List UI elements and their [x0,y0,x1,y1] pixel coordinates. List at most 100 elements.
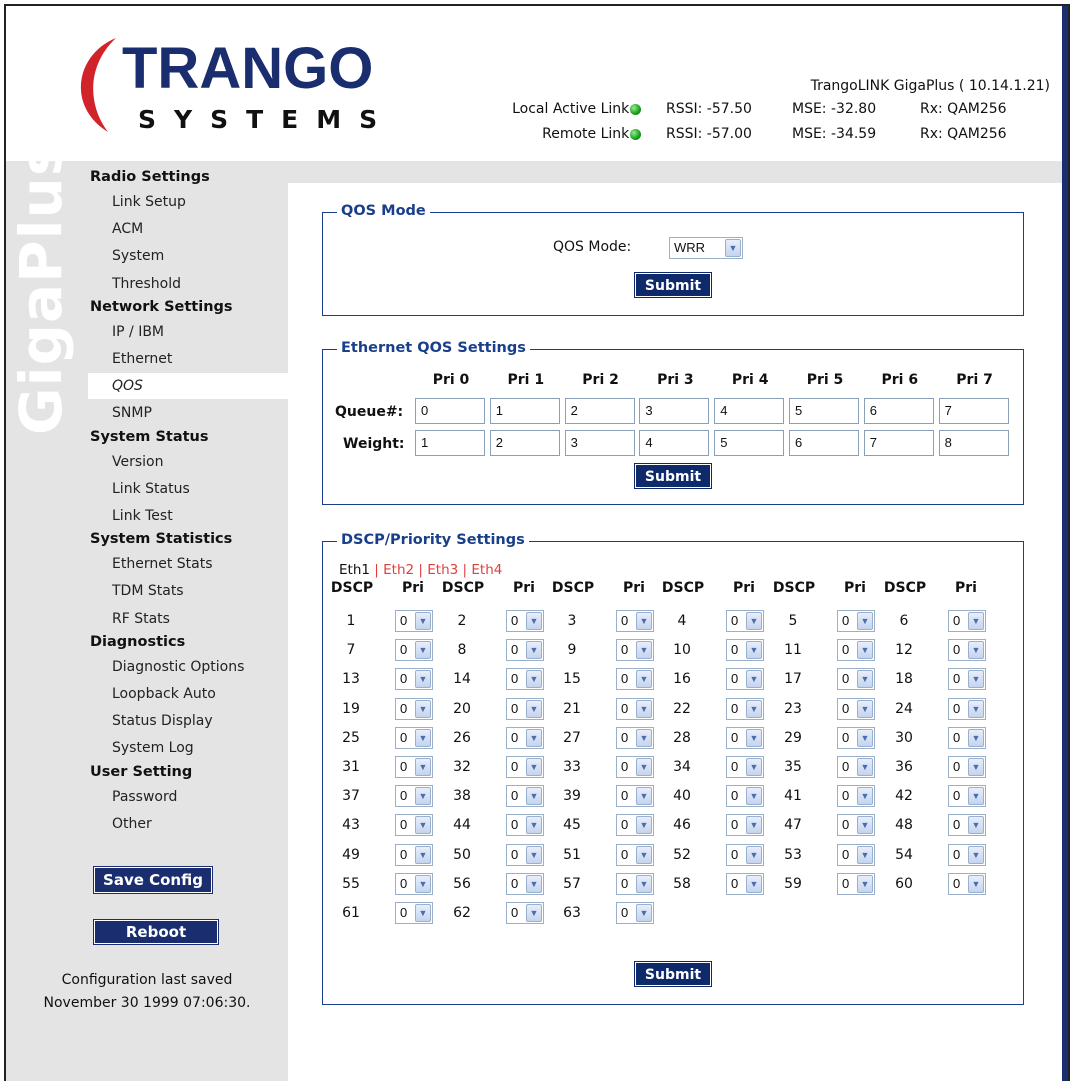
dscp-priority-select[interactable]: 0 ▼ [616,785,654,808]
sidebar-item-qos[interactable]: QOS [88,373,288,400]
dscp-priority-select[interactable]: 0 ▼ [395,726,433,749]
dscp-priority-select[interactable]: 0 ▼ [837,814,875,837]
sidebar-item-acm[interactable]: ACM [112,221,143,237]
queue-input[interactable]: 2 [564,398,635,424]
weight-input[interactable]: 1 [415,430,485,456]
dscp-priority-select[interactable]: 0 ▼ [726,872,764,895]
dscp-priority-select[interactable]: 0 ▼ [616,697,654,720]
dscp-priority-select[interactable]: 0 ▼ [948,814,986,837]
weight-input[interactable]: 5 [714,430,785,456]
dscp-priority-select[interactable]: 0 ▼ [837,756,875,778]
sidebar-item-threshold[interactable]: Threshold [112,276,181,292]
tab-eth3[interactable]: Eth3 [427,562,458,578]
dscp-priority-select[interactable]: 0 ▼ [616,726,654,749]
dscp-priority-select[interactable]: 0 ▼ [837,843,875,866]
dscp-priority-select[interactable]: 0 ▼ [948,872,986,895]
dscp-submit-button[interactable]: Submit [634,961,712,987]
dscp-priority-select[interactable]: 0 ▼ [616,814,654,837]
dscp-priority-select[interactable]: 0 ▼ [506,610,544,632]
dscp-priority-select[interactable]: 0 ▼ [726,814,764,837]
dscp-priority-select[interactable]: 0 ▼ [726,785,764,808]
queue-input[interactable]: 1 [489,398,560,424]
dscp-priority-select[interactable]: 0 ▼ [837,639,875,662]
dscp-priority-select[interactable]: 0 ▼ [506,639,544,662]
dscp-priority-select[interactable]: 0 ▼ [395,902,433,924]
dscp-priority-select[interactable]: 0 ▼ [395,872,433,895]
weight-input[interactable]: 7 [863,430,934,456]
sidebar-item-link-test[interactable]: Link Test [112,508,173,524]
dscp-priority-select[interactable]: 0 ▼ [837,726,875,749]
dscp-priority-select[interactable]: 0 ▼ [616,843,654,866]
dscp-priority-select[interactable]: 0 ▼ [395,668,433,691]
dscp-priority-select[interactable]: 0 ▼ [948,756,986,778]
dscp-priority-select[interactable]: 0 ▼ [506,872,544,895]
sidebar-item-version[interactable]: Version [112,454,163,470]
sidebar-item-link-setup[interactable]: Link Setup [112,194,186,210]
sidebar-item-ethernet[interactable]: Ethernet [112,351,172,367]
tab-eth4[interactable]: Eth4 [471,562,502,578]
sidebar-item-status-display[interactable]: Status Display [112,713,213,729]
dscp-priority-select[interactable]: 0 ▼ [726,843,764,866]
dscp-priority-select[interactable]: 0 ▼ [837,872,875,895]
sidebar-item-loopback-auto[interactable]: Loopback Auto [112,686,216,702]
tab-eth2[interactable]: Eth2 [383,562,414,578]
dscp-priority-select[interactable]: 0 ▼ [837,785,875,808]
dscp-priority-select[interactable]: 0 ▼ [616,872,654,895]
weight-input[interactable]: 3 [564,430,635,456]
dscp-priority-select[interactable]: 0 ▼ [395,785,433,808]
dscp-priority-select[interactable]: 0 ▼ [395,697,433,720]
dscp-priority-select[interactable]: 0 ▼ [726,756,764,778]
sidebar-item-other[interactable]: Other [112,816,152,832]
dscp-priority-select[interactable]: 0 ▼ [395,639,433,662]
sidebar-item-system-log[interactable]: System Log [112,740,194,756]
sidebar-item-password[interactable]: Password [112,789,177,805]
dscp-priority-select[interactable]: 0 ▼ [948,843,986,866]
dscp-priority-select[interactable]: 0 ▼ [506,902,544,924]
dscp-priority-select[interactable]: 0 ▼ [948,785,986,808]
dscp-priority-select[interactable]: 0 ▼ [726,610,764,632]
weight-input[interactable]: 2 [489,430,560,456]
dscp-priority-select[interactable]: 0 ▼ [506,726,544,749]
sidebar-item-link-status[interactable]: Link Status [112,481,190,497]
weight-input[interactable]: 8 [938,430,1009,456]
queue-input[interactable]: 7 [938,398,1009,424]
dscp-priority-select[interactable]: 0 ▼ [948,610,986,632]
dscp-priority-select[interactable]: 0 ▼ [616,756,654,778]
dscp-priority-select[interactable]: 0 ▼ [726,697,764,720]
queue-input[interactable]: 0 [415,398,485,424]
sidebar-item-snmp[interactable]: SNMP [112,405,152,421]
dscp-priority-select[interactable]: 0 ▼ [616,902,654,924]
dscp-priority-select[interactable]: 0 ▼ [395,756,433,778]
dscp-priority-select[interactable]: 0 ▼ [506,668,544,691]
sidebar-item-diagnostic-options[interactable]: Diagnostic Options [112,659,244,675]
dscp-priority-select[interactable]: 0 ▼ [726,726,764,749]
dscp-priority-select[interactable]: 0 ▼ [726,639,764,662]
qos-mode-submit-button[interactable]: Submit [634,272,712,298]
queue-input[interactable]: 5 [789,398,859,424]
dscp-priority-select[interactable]: 0 ▼ [506,785,544,808]
dscp-priority-select[interactable]: 0 ▼ [395,610,433,632]
queue-input[interactable]: 3 [639,398,710,424]
sidebar-item-ethernet-stats[interactable]: Ethernet Stats [112,556,213,572]
dscp-priority-select[interactable]: 0 ▼ [948,639,986,662]
dscp-priority-select[interactable]: 0 ▼ [395,814,433,837]
dscp-priority-select[interactable]: 0 ▼ [948,697,986,720]
queue-input[interactable]: 4 [714,398,785,424]
dscp-priority-select[interactable]: 0 ▼ [726,668,764,691]
queue-input[interactable]: 6 [863,398,934,424]
dscp-priority-select[interactable]: 0 ▼ [616,668,654,691]
dscp-priority-select[interactable]: 0 ▼ [616,610,654,632]
reboot-button[interactable]: Reboot [93,919,219,945]
dscp-priority-select[interactable]: 0 ▼ [837,610,875,632]
dscp-priority-select[interactable]: 0 ▼ [395,843,433,866]
save-config-button[interactable]: Save Config [93,866,213,894]
dscp-priority-select[interactable]: 0 ▼ [506,843,544,866]
sidebar-item-system[interactable]: System [112,248,164,264]
sidebar-item-ip-ibm[interactable]: IP / IBM [112,324,164,340]
dscp-priority-select[interactable]: 0 ▼ [837,668,875,691]
sidebar-item-rf-stats[interactable]: RF Stats [112,611,170,627]
qos-mode-select[interactable]: WRR ▼ [669,237,743,259]
dscp-priority-select[interactable]: 0 ▼ [616,639,654,662]
weight-input[interactable]: 6 [789,430,859,456]
sidebar-item-tdm-stats[interactable]: TDM Stats [112,583,184,599]
